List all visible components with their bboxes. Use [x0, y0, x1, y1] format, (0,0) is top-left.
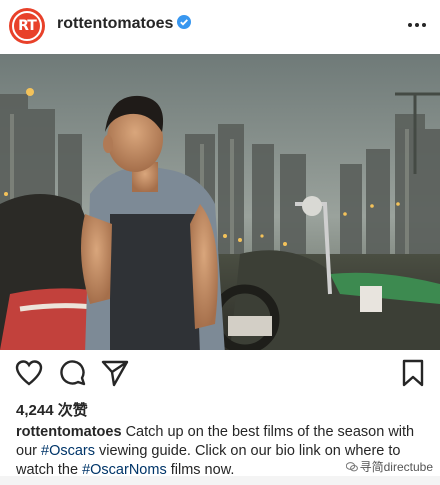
heart-icon[interactable] [14, 358, 44, 388]
photo-scene [0, 54, 440, 350]
wechat-icon [345, 461, 358, 472]
watermark: 寻简directube [342, 457, 436, 476]
action-bar [0, 358, 440, 390]
verified-badge-icon [177, 15, 192, 29]
watermark-text: 寻简directube [359, 460, 433, 474]
post-username[interactable]: rottentomatoes [57, 15, 192, 33]
post-photo[interactable] [0, 54, 440, 350]
bottom-fade [0, 476, 440, 485]
comment-icon[interactable] [57, 358, 87, 388]
username-text[interactable]: rottentomatoes [57, 15, 173, 32]
caption-username[interactable]: rottentomatoes [16, 424, 122, 440]
share-icon[interactable] [100, 358, 130, 388]
avatar[interactable]: RT [9, 8, 45, 44]
hashtag-oscars[interactable]: #Oscars [41, 443, 95, 459]
bookmark-icon[interactable] [398, 358, 428, 388]
like-count[interactable]: 4,244 次赞 [16, 399, 88, 420]
more-options-icon[interactable] [406, 14, 428, 36]
avatar-logo: RT [12, 11, 42, 41]
post-header: RT rottentomatoes [0, 0, 440, 52]
